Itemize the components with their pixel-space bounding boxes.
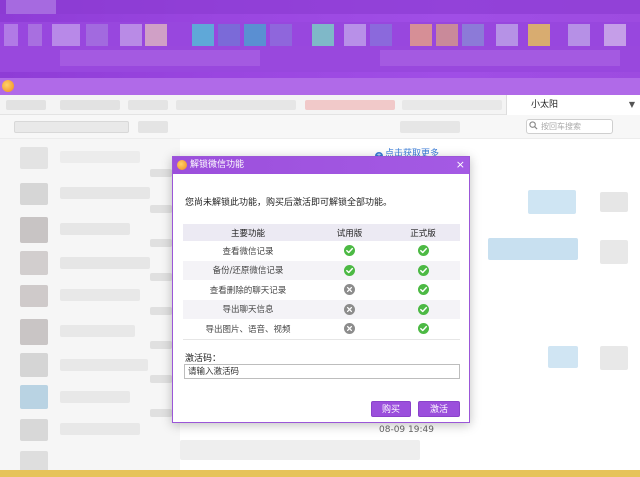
feature-name: 查看微信记录: [222, 246, 274, 257]
app-logo-icon: [177, 160, 187, 170]
check-circle-icon: [417, 284, 429, 296]
check-circle-icon: [417, 264, 429, 276]
chat-list[interactable]: [0, 139, 180, 477]
table-row: 导出图片、语音、视频: [183, 319, 460, 339]
message-timestamp: 08-09 19:49: [379, 425, 434, 435]
search-input[interactable]: 按回车搜索: [526, 119, 613, 134]
table-row: 导出聊天信息: [183, 299, 460, 319]
trial-cell: [313, 280, 386, 300]
pro-cell: [386, 260, 460, 280]
feature-name: 备份/还原微信记录: [183, 260, 313, 280]
search-placeholder: 按回车搜索: [541, 122, 581, 131]
pro-cell: [386, 319, 460, 339]
dialog-title: 解锁微信功能: [190, 160, 245, 170]
check-circle-icon: [417, 245, 429, 257]
column-header-feature: 主要功能: [183, 224, 313, 241]
close-icon[interactable]: ×: [456, 157, 465, 173]
activation-code-label: 激活码：: [185, 354, 222, 364]
account-name: 小太阳: [531, 100, 559, 110]
table-row: 查看删除的聊天记录: [183, 280, 460, 300]
table-row: 查看微信记录: [183, 241, 460, 261]
chat-bubble: [600, 346, 628, 370]
chat-bubble: [528, 190, 576, 214]
app-logo-icon: [2, 80, 14, 92]
filter-row: 按回车搜索: [0, 115, 640, 139]
activation-code-input[interactable]: [184, 364, 460, 379]
column-header-trial: 试用版: [313, 224, 386, 241]
feature-comparison-table: 主要功能 试用版 正式版 查看微信记录备份/还原微信记录查看删除的聊天记录导出聊…: [183, 224, 460, 339]
trial-cell: [313, 260, 386, 280]
account-selector[interactable]: 小太阳 ▼: [506, 95, 640, 115]
search-icon: [529, 121, 538, 130]
trial-cell: [313, 299, 386, 319]
activate-button[interactable]: 激活: [418, 401, 460, 417]
window-title-bar: [0, 78, 640, 95]
app-screen: 小太阳 ▼ 按回车搜索 点击获取更多 08-09 19:49 解锁微信功能 × …: [0, 0, 640, 477]
feature-name: 查看删除的聊天记录: [209, 285, 287, 296]
top-banner: [0, 0, 640, 78]
bottom-bar: [0, 470, 640, 477]
check-circle-icon: [417, 323, 429, 335]
unlock-dialog: 解锁微信功能 × 您尚未解锁此功能，购买后激活即可解锁全部功能。 主要功能 试用…: [172, 156, 470, 423]
cross-circle-icon: [344, 303, 355, 315]
chat-bubble: [488, 238, 578, 260]
feature-name: 导出聊天信息: [183, 299, 313, 319]
check-circle-icon: [344, 264, 355, 276]
chat-bubble: [180, 440, 420, 460]
dialog-header: 解锁微信功能 ×: [173, 157, 469, 174]
check-circle-icon: [344, 245, 355, 257]
pro-cell: [386, 241, 460, 261]
chat-bubble: [600, 192, 628, 212]
cross-circle-icon: [344, 323, 355, 335]
pro-cell: [386, 299, 460, 319]
cross-circle-icon: [344, 284, 355, 296]
chevron-down-icon: ▼: [628, 100, 635, 109]
chat-bubble: [600, 240, 628, 264]
divider: [183, 339, 460, 340]
trial-cell: [313, 241, 386, 261]
nav-row: 小太阳 ▼: [0, 95, 640, 115]
buy-button[interactable]: 购买: [371, 401, 411, 417]
column-header-pro: 正式版: [386, 224, 460, 241]
trial-cell: [313, 319, 386, 339]
check-circle-icon: [417, 303, 429, 315]
feature-rows: 查看微信记录备份/还原微信记录查看删除的聊天记录导出聊天信息导出图片、语音、视频: [183, 241, 460, 339]
dialog-notice: 您尚未解锁此功能，购买后激活即可解锁全部功能。: [185, 198, 393, 208]
feature-name: 导出图片、语音、视频: [205, 324, 291, 335]
pro-cell: [386, 280, 460, 300]
chat-bubble: [548, 346, 578, 368]
table-row: 备份/还原微信记录: [183, 260, 460, 280]
